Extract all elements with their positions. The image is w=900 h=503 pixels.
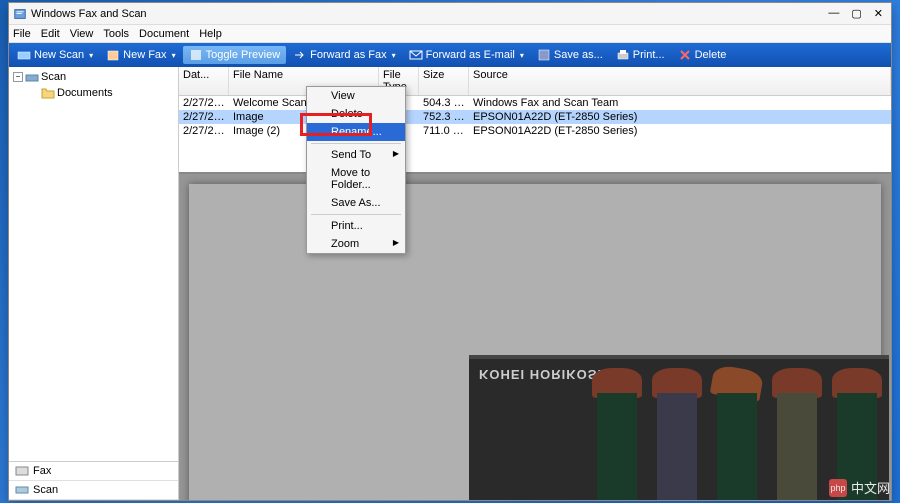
scanned-book: KOHEI HORIKOSHI (469, 355, 889, 500)
cell-date: 2/27/202... (179, 111, 229, 123)
tree-documents[interactable]: Documents (11, 85, 176, 101)
maximize-button[interactable]: ▢ (851, 7, 861, 20)
preview-icon (189, 48, 203, 62)
fax-icon (106, 48, 120, 62)
file-list: Dat... File Name File Type Size Source 2… (179, 67, 891, 172)
menu-file[interactable]: File (13, 28, 31, 40)
menu-view[interactable]: View (70, 28, 94, 40)
cm-view[interactable]: View (307, 87, 405, 105)
new-scan-button[interactable]: New Scan▾ (11, 46, 99, 64)
navigation-pane: − Scan Documents Fax Scan (9, 67, 179, 500)
menu-edit[interactable]: Edit (41, 28, 60, 40)
cm-separator (311, 143, 401, 144)
cm-move-to[interactable]: Move to Folder... (307, 164, 405, 194)
toggle-preview-button[interactable]: Toggle Preview (183, 46, 287, 64)
toolbar: New Scan▾ New Fax▾ Toggle Preview Forwar… (9, 43, 891, 67)
scanner-folder-icon (25, 70, 39, 84)
minimize-button[interactable]: — (828, 7, 839, 20)
cell-source: EPSON01A22D (ET-2850 Series) (469, 125, 891, 137)
window-title: Windows Fax and Scan (31, 8, 828, 20)
forward-fax-icon (293, 48, 307, 62)
submenu-arrow-icon: ▶ (393, 238, 399, 247)
cm-delete[interactable]: Delete (307, 105, 405, 123)
cm-zoom[interactable]: Zoom▶ (307, 235, 405, 253)
cell-date: 2/27/202... (179, 97, 229, 109)
forward-fax-button[interactable]: Forward as Fax▾ (287, 46, 401, 64)
table-row[interactable]: 2/27/202...Welcome Scanjpg504.3 KBWindow… (179, 96, 891, 110)
collapse-icon[interactable]: − (13, 72, 23, 82)
fax-small-icon (15, 465, 29, 477)
cell-source: EPSON01A22D (ET-2850 Series) (469, 111, 891, 123)
cell-size: 504.3 KB (419, 97, 469, 109)
context-menu: View Delete Rename... Send To▶ Move to F… (306, 86, 406, 254)
forward-email-button[interactable]: Forward as E-mail▾ (403, 46, 530, 64)
app-icon (13, 7, 27, 21)
cm-print[interactable]: Print... (307, 217, 405, 235)
watermark: php 中文网 (829, 478, 890, 497)
menu-tools[interactable]: Tools (103, 28, 129, 40)
title-bar: Windows Fax and Scan — ▢ ✕ (9, 3, 891, 25)
cell-date: 2/27/202... (179, 125, 229, 137)
cm-rename[interactable]: Rename... (307, 123, 405, 141)
submenu-arrow-icon: ▶ (393, 149, 399, 158)
save-as-button[interactable]: Save as... (531, 46, 609, 64)
scanner-icon (17, 48, 31, 62)
folder-icon (41, 86, 55, 100)
php-logo-icon: php (829, 479, 847, 497)
fax-view-button[interactable]: Fax (9, 462, 178, 481)
save-icon (537, 48, 551, 62)
table-row[interactable]: 2/27/202...Image (2)711.0 KBEPSON01A22D … (179, 124, 891, 138)
preview-pane: KOHEI HORIKOSHI (179, 172, 891, 500)
menu-document[interactable]: Document (139, 28, 189, 40)
table-row[interactable]: 2/27/202...Image752.3 KBEPSON01A22D (ET-… (179, 110, 891, 124)
cell-size: 711.0 KB (419, 125, 469, 137)
cm-send-to[interactable]: Send To▶ (307, 146, 405, 164)
col-size[interactable]: Size (419, 67, 469, 95)
print-button[interactable]: Print... (610, 46, 671, 64)
print-icon (616, 48, 630, 62)
cm-save-as[interactable]: Save As... (307, 194, 405, 212)
folder-tree: − Scan Documents (9, 67, 178, 461)
cell-source: Windows Fax and Scan Team (469, 97, 891, 109)
tree-root-scan[interactable]: − Scan (11, 69, 176, 85)
menu-help[interactable]: Help (199, 28, 222, 40)
list-header: Dat... File Name File Type Size Source (179, 67, 891, 96)
col-source[interactable]: Source (469, 67, 891, 95)
delete-button[interactable]: Delete (672, 46, 733, 64)
cm-separator (311, 214, 401, 215)
cell-size: 752.3 KB (419, 111, 469, 123)
col-date[interactable]: Dat... (179, 67, 229, 95)
app-window: Windows Fax and Scan — ▢ ✕ File Edit Vie… (8, 2, 892, 501)
new-fax-button[interactable]: New Fax▾ (100, 46, 181, 64)
scan-view-button[interactable]: Scan (9, 481, 178, 500)
close-button[interactable]: ✕ (874, 7, 883, 20)
delete-icon (678, 48, 692, 62)
view-switcher: Fax Scan (9, 461, 178, 500)
scan-small-icon (15, 484, 29, 496)
menu-bar: File Edit View Tools Document Help (9, 25, 891, 43)
email-icon (409, 48, 423, 62)
